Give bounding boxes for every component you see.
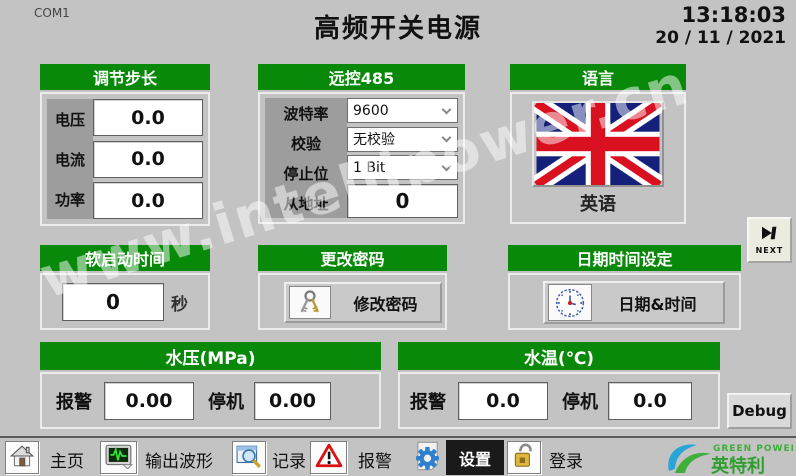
next-icon [758, 225, 782, 245]
chevron-down-icon [442, 133, 452, 143]
clock-icon [548, 284, 592, 321]
waveform-icon [105, 443, 133, 473]
change-password-button-label: 修改密码 [331, 291, 440, 315]
next-button-label: NEXT [756, 246, 784, 255]
bottom-nav: 主页 输出波形 记录 [0, 436, 796, 476]
stopbit-label: 停止位 [265, 158, 347, 188]
parity-value: 无校验 [353, 129, 395, 149]
power-step-field[interactable]: 0.0 [93, 182, 203, 219]
stopbit-select[interactable]: 1 Bit [347, 155, 458, 180]
datetime-panel: 日期&时间 [508, 273, 741, 330]
nav-login-label[interactable]: 登录 [549, 447, 583, 472]
remote485-panel: 波特率 校验 停止位 从地址 9600 无校验 1 Bit 0 [258, 92, 465, 224]
chevron-down-icon [442, 161, 452, 171]
password-panel: 修改密码 [258, 273, 447, 330]
parity-select[interactable]: 无校验 [347, 127, 458, 152]
nav-records-button[interactable] [232, 441, 266, 474]
step-panel: 电压 电流 功率 0.0 0.0 0.0 [40, 92, 210, 226]
language-panel: 英语 [510, 92, 686, 224]
datetime-button[interactable]: 日期&时间 [543, 281, 725, 324]
softstart-panel-title: 软启动时间 [40, 245, 210, 271]
step-fields: 0.0 0.0 0.0 [93, 99, 203, 219]
voltage-step-field[interactable]: 0.0 [93, 99, 203, 136]
logo-line2: 英特利 [710, 455, 765, 476]
pressure-alarm-label: 报警 [56, 388, 92, 414]
hmi-screen: COM1 高频开关电源 13:18:03 20 / 11 / 2021 调节步长… [0, 0, 796, 476]
debug-button[interactable]: Debug [727, 393, 792, 429]
temperature-panel: 报警 0.0 停机 0.0 [398, 372, 720, 429]
brand-logo: GREEN POWER 英特利 [663, 439, 793, 476]
records-icon [236, 443, 262, 473]
voltage-label: 电压 [47, 99, 93, 139]
nav-alarm-label[interactable]: 报警 [358, 447, 392, 472]
gear-icon [410, 440, 444, 476]
change-password-button[interactable]: 修改密码 [284, 282, 442, 323]
nav-home-label[interactable]: 主页 [50, 447, 84, 472]
clock-date: 20 / 11 / 2021 [655, 28, 786, 48]
parity-label: 校验 [265, 128, 347, 158]
clock-time: 13:18:03 [682, 3, 786, 27]
baud-value: 9600 [353, 103, 389, 119]
nav-waveform-label[interactable]: 输出波形 [145, 447, 213, 472]
temperature-stop-label: 停机 [562, 388, 598, 414]
keys-icon [289, 286, 331, 319]
softstart-panel: 0 秒 [40, 273, 210, 330]
nav-home-button[interactable] [5, 441, 39, 474]
padlock-icon [511, 442, 537, 474]
next-page-button[interactable]: NEXT [747, 217, 792, 263]
temperature-alarm-label: 报警 [410, 388, 446, 414]
uk-flag-icon[interactable] [532, 101, 664, 187]
datetime-button-label: 日期&时间 [592, 291, 723, 315]
language-panel-title: 语言 [510, 64, 686, 90]
datetime-panel-title: 日期时间设定 [508, 245, 741, 271]
password-panel-title: 更改密码 [258, 245, 447, 271]
softstart-unit: 秒 [171, 290, 188, 315]
current-step-field[interactable]: 0.0 [93, 141, 203, 178]
step-labels: 电压 电流 功率 [47, 99, 93, 219]
nav-settings-button[interactable] [408, 441, 446, 474]
step-panel-title: 调节步长 [40, 64, 210, 90]
nav-alarm-button[interactable] [310, 441, 347, 474]
remote485-fields: 9600 无校验 1 Bit 0 [347, 98, 458, 218]
softstart-field[interactable]: 0 [62, 283, 164, 321]
remote485-panel-title: 远控485 [258, 64, 465, 90]
temperature-panel-title: 水温(℃) [398, 342, 720, 370]
temperature-alarm-field[interactable]: 0.0 [458, 382, 548, 420]
alarm-icon [315, 443, 343, 473]
slave-addr-label: 从地址 [265, 188, 347, 218]
baud-select[interactable]: 9600 [347, 98, 458, 123]
baud-label: 波特率 [265, 98, 347, 128]
pressure-panel-title: 水压(MPa) [40, 342, 381, 370]
chevron-down-icon [442, 104, 452, 114]
nav-login-button[interactable] [507, 441, 541, 474]
logo-line1: GREEN POWER [713, 444, 793, 454]
nav-waveform-button[interactable] [100, 441, 137, 474]
current-label: 电流 [47, 139, 93, 179]
nav-settings-label[interactable]: 设置 [446, 440, 504, 475]
power-label: 功率 [47, 179, 93, 219]
pressure-stop-field[interactable]: 0.00 [254, 382, 331, 420]
slave-addr-field[interactable]: 0 [347, 184, 458, 218]
temperature-stop-field[interactable]: 0.0 [608, 382, 692, 420]
pressure-panel: 报警 0.00 停机 0.00 [40, 372, 381, 429]
pressure-alarm-field[interactable]: 0.00 [104, 382, 194, 420]
pressure-stop-label: 停机 [208, 388, 244, 414]
nav-records-label[interactable]: 记录 [272, 447, 306, 472]
stopbit-value: 1 Bit [353, 160, 385, 176]
remote485-labels: 波特率 校验 停止位 从地址 [265, 98, 347, 218]
home-icon [9, 443, 35, 473]
language-current: 英语 [580, 190, 616, 216]
